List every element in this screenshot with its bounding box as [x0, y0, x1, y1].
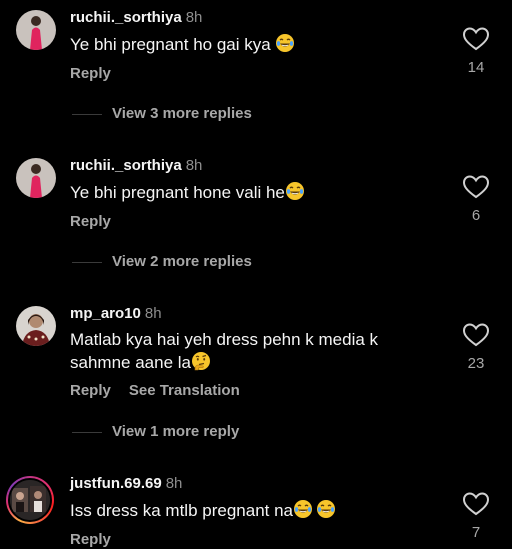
like-count: 6	[471, 207, 481, 224]
reply-button[interactable]: Reply	[70, 382, 111, 399]
heart-outline-icon[interactable]	[462, 322, 490, 348]
reply-button[interactable]: Reply	[70, 65, 111, 82]
avatar	[8, 478, 52, 522]
comment-actions: Reply	[70, 213, 111, 231]
thinking-face-emoji	[191, 352, 210, 371]
comment-text: Ye bhi pregnant hone vali he	[70, 181, 430, 204]
comment-text-content: Ye bhi pregnant hone vali he	[70, 183, 285, 202]
reply-divider	[72, 431, 102, 433]
like-count: 23	[467, 355, 485, 372]
comment-text-content: sahmne aane la	[70, 353, 191, 372]
comment-actions: Reply	[70, 531, 111, 549]
view-more-replies[interactable]: View 1 more reply	[72, 423, 239, 441]
timestamp: 8h	[165, 475, 183, 492]
reply-divider	[72, 113, 102, 115]
comment-text: Ye bhi pregnant ho gai kya	[70, 33, 430, 56]
laughing-crying-emoji	[276, 34, 295, 52]
laughing-crying-emoji	[285, 182, 304, 200]
username[interactable]: ruchii._sorthiya	[70, 157, 182, 174]
avatar-image	[16, 306, 56, 346]
avatar-image	[16, 10, 56, 50]
reply-button[interactable]: Reply	[70, 213, 111, 230]
comment-actions: Reply	[70, 65, 111, 83]
view-more-replies-label: View 1 more reply	[112, 423, 240, 440]
heart-outline-icon[interactable]	[462, 491, 490, 517]
laughing-crying-emoji	[317, 500, 336, 518]
comment-text: Matlab kya hai yeh dress pehn k media k …	[70, 329, 430, 374]
avatar-image	[10, 480, 50, 520]
comment-actions: Reply See Translation	[70, 382, 240, 400]
avatar[interactable]	[16, 158, 56, 198]
comment-header: mp_aro10 8h	[70, 305, 162, 323]
username[interactable]: mp_aro10	[70, 305, 141, 322]
see-translation-button[interactable]: See Translation	[129, 382, 240, 399]
comment-text-line: Matlab kya hai yeh dress pehn k media k	[70, 330, 379, 349]
avatar-story-ring[interactable]	[6, 476, 54, 524]
avatar[interactable]	[16, 306, 56, 346]
timestamp: 8h	[144, 305, 162, 322]
avatar[interactable]	[16, 10, 56, 50]
username[interactable]: justfun.69.69	[70, 475, 162, 492]
comment-header: ruchii._sorthiya 8h	[70, 157, 202, 175]
comment-text-content: Ye bhi pregnant ho gai kya	[70, 35, 271, 54]
heart-outline-icon[interactable]	[462, 174, 490, 200]
username[interactable]: ruchii._sorthiya	[70, 9, 182, 26]
comment-text-line: sahmne aane la	[70, 351, 430, 374]
reply-button[interactable]: Reply	[70, 531, 111, 548]
like-count: 14	[467, 59, 485, 76]
reply-divider	[72, 261, 102, 263]
view-more-replies-label: View 2 more replies	[112, 253, 252, 270]
comment-header: justfun.69.69 8h	[70, 475, 182, 493]
comment-text: Iss dress ka mtlb pregnant na	[70, 499, 430, 522]
heart-outline-icon[interactable]	[462, 26, 490, 52]
view-more-replies[interactable]: View 2 more replies	[72, 253, 252, 271]
laughing-crying-emoji	[294, 500, 313, 518]
comment-text-content: Iss dress ka mtlb pregnant na	[70, 501, 294, 520]
view-more-replies[interactable]: View 3 more replies	[72, 105, 252, 123]
avatar-image	[16, 158, 56, 198]
timestamp: 8h	[185, 157, 203, 174]
like-count: 7	[471, 524, 481, 541]
view-more-replies-label: View 3 more replies	[112, 105, 252, 122]
timestamp: 8h	[185, 9, 203, 26]
comment-header: ruchii._sorthiya 8h	[70, 9, 202, 27]
